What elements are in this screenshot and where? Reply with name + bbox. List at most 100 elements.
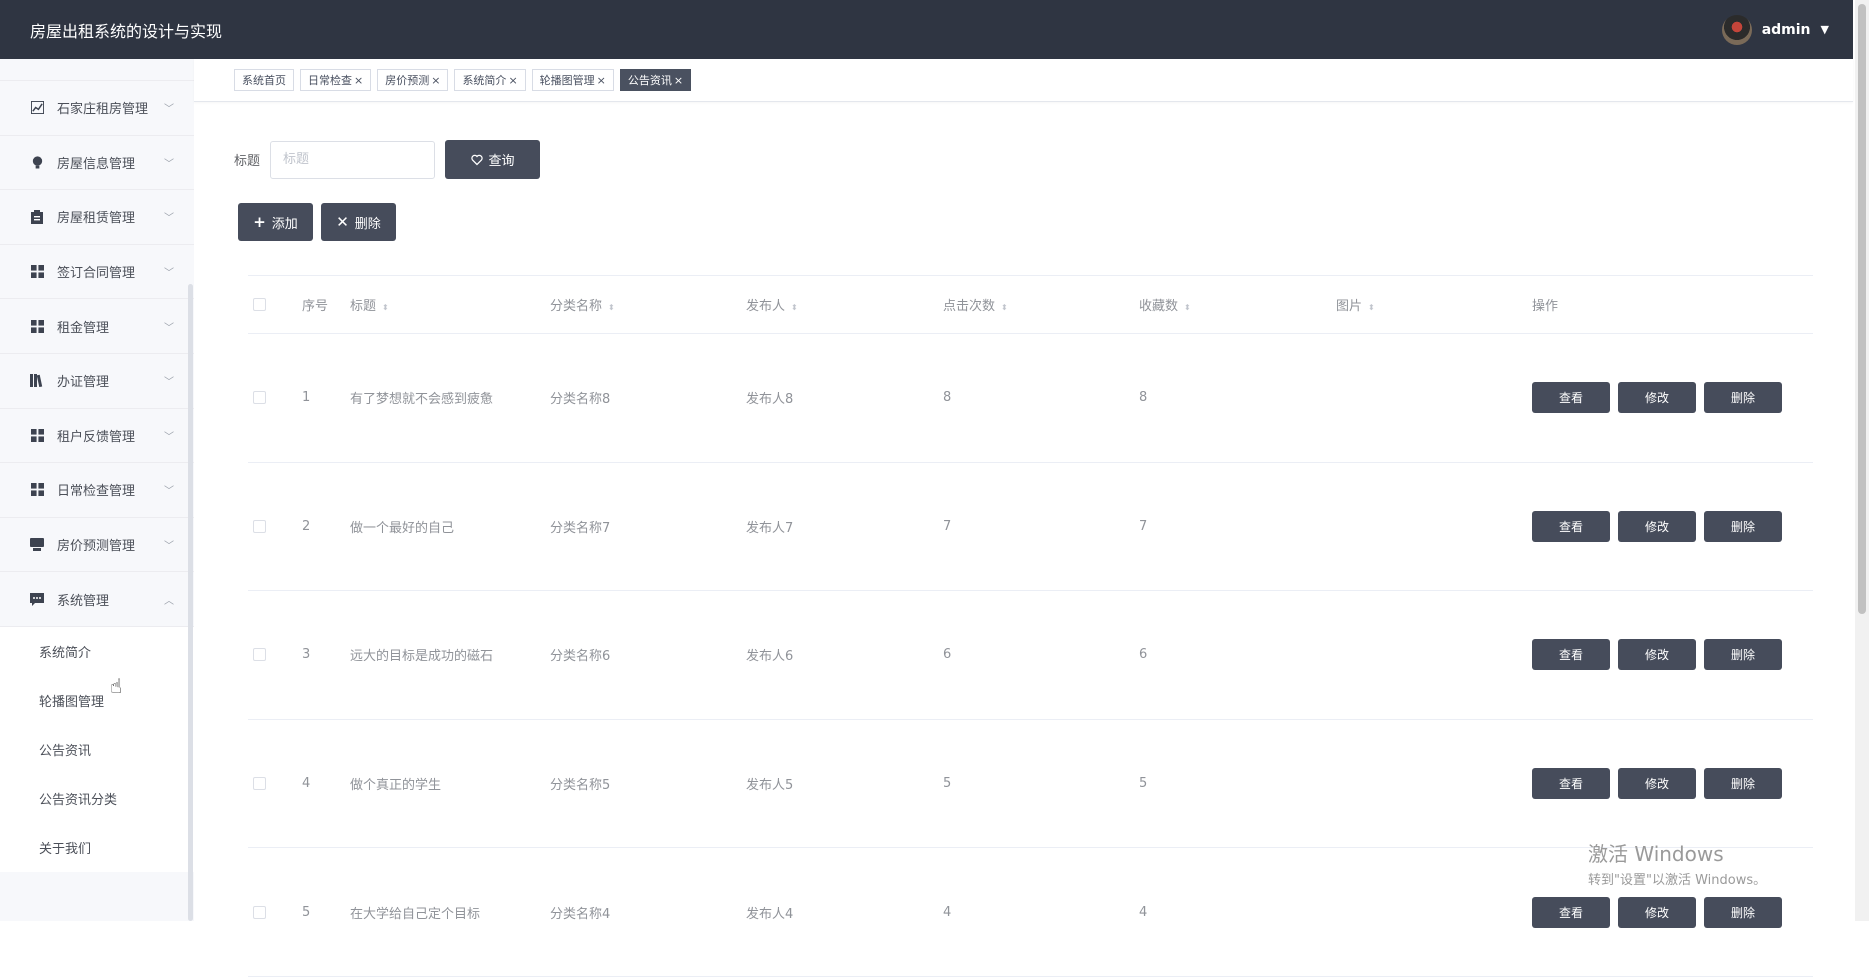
row-delete-button[interactable]: 删除 [1704,768,1782,800]
tab-label[interactable]: 轮播图管理 [540,72,595,88]
sidebar-item[interactable]: 石家庄租房管理 ﹀ [0,81,194,136]
tab-close-icon[interactable]: × [674,74,683,87]
watermark-line: 转到"设置"以激活 Windows。 [1588,873,1767,888]
tab[interactable]: 系统首页 [234,69,294,91]
user-name[interactable]: admin [1762,22,1811,38]
sidebar-subitem[interactable]: 公告资讯 [0,725,194,774]
cell-clicks: 5 [943,776,952,792]
sidebar-item[interactable]: 房价预测管理 ﹀ [0,518,194,573]
cell-category: 分类名称5 [550,778,611,794]
tab[interactable]: 轮播图管理 × [531,69,614,91]
sort-icon[interactable]: ⬍ [791,303,798,312]
tab-label[interactable]: 房价预测 [385,72,429,88]
cell-title: 做个真正的学生 [350,778,442,794]
cell-publisher: 发布人5 [746,778,794,794]
search-button[interactable]: 查询 [445,140,541,179]
cell-category: 分类名称8 [550,392,611,408]
sidebar-subitem[interactable]: 系统简介 [0,627,194,676]
edit-button[interactable]: 修改 [1618,382,1696,414]
column-header-sortable[interactable]: 分类名称 ⬍ [550,295,746,314]
sidebar-scrollbar[interactable] [188,284,193,921]
scrollbar-thumb[interactable] [1858,4,1866,614]
page-scrollbar[interactable] [1855,0,1869,921]
tab[interactable]: 日常检查 × [300,69,372,91]
grid-icon [30,428,44,442]
edit-button[interactable]: 修改 [1618,510,1696,542]
tab-label[interactable]: 日常检查 [308,72,352,88]
tab-label[interactable]: 系统简介 [462,72,506,88]
row-checkbox[interactable] [253,777,266,791]
add-button[interactable]: + 添加 [238,203,313,241]
sort-icon[interactable]: ⬍ [382,303,389,312]
column-header-sortable[interactable]: 标题 ⬍ [350,295,550,314]
app-title: 房屋出租系统的设计与实现 [30,21,223,41]
caret-down-icon[interactable]: ▼ [1821,23,1829,36]
search-bar: 标题 查询 [234,140,541,179]
column-header-sortable[interactable]: 点击次数 ⬍ [943,295,1139,314]
tab-close-icon[interactable]: × [508,74,517,87]
delete-button[interactable]: ✕ 删除 [321,203,396,241]
row-delete-button[interactable]: 删除 [1704,382,1782,414]
sidebar-item[interactable]: 办证管理 ﹀ [0,354,194,409]
row-checkbox[interactable] [253,391,266,405]
sidebar-item[interactable]: 租金管理 ﹀ [0,299,194,354]
edit-button[interactable]: 修改 [1618,639,1696,671]
column-header-sortable[interactable]: 图片 ⬍ [1336,295,1532,314]
sidebar: 石家庄租房管理 ﹀ 房屋信息管理 ﹀ 房屋租赁管理 ﹀ 签订合同管理 ﹀ 租金管… [0,59,194,921]
view-button[interactable]: 查看 [1532,639,1610,671]
delete-button-label: 删除 [354,216,381,232]
sort-icon[interactable]: ⬍ [1001,303,1008,312]
row-checkbox[interactable] [253,905,266,919]
column-header-sortable[interactable]: 发布人 ⬍ [746,295,943,314]
view-button[interactable]: 查看 [1532,382,1610,414]
column-header-sortable[interactable]: 收藏数 ⬍ [1139,295,1336,314]
sidebar-item[interactable]: 房屋信息管理 ﹀ [0,136,194,191]
sidebar-subitem[interactable]: 关于我们 [0,823,194,872]
cell-publisher: 发布人8 [746,392,794,408]
edit-button[interactable]: 修改 [1618,896,1696,928]
sort-icon[interactable]: ⬍ [1184,303,1191,312]
table-row: 2 做一个最好的自己 分类名称7 发布人7 7 7 查看 修改 删除 [248,463,1813,592]
row-checkbox[interactable] [253,519,266,533]
sidebar-item[interactable]: 系统管理 ︿ [0,572,194,627]
avatar[interactable] [1721,14,1752,45]
sort-icon[interactable]: ⬍ [1368,303,1375,312]
tab-label[interactable]: 系统首页 [242,72,286,88]
sidebar-item-label: 石家庄租房管理 [57,102,149,118]
row-delete-button[interactable]: 删除 [1704,510,1782,542]
sidebar-item-label: 系统管理 [57,593,110,609]
sort-icon[interactable]: ⬍ [608,303,615,312]
sidebar-item[interactable]: 房屋租赁管理 ﹀ [0,190,194,245]
search-input[interactable] [270,140,436,179]
cell-favorites: 7 [1139,518,1148,534]
chevron-icon: ﹀ [164,541,174,553]
grid-icon [30,483,44,497]
tab[interactable]: 房价预测 × [377,69,449,91]
row-checkbox[interactable] [253,648,266,662]
sidebar-item[interactable]: 日常检查管理 ﹀ [0,463,194,518]
user-menu[interactable]: admin ▼ [1721,14,1829,45]
tab-close-icon[interactable]: × [597,74,606,87]
tab[interactable]: 系统简介 × [454,69,526,91]
row-delete-button[interactable]: 删除 [1704,896,1782,928]
add-button-label: 添加 [271,216,298,232]
tab-close-icon[interactable]: × [431,74,440,87]
sidebar-subitem[interactable]: 公告资讯分类 [0,774,194,823]
sidebar-subitem[interactable]: 轮播图管理 [0,676,194,725]
row-delete-button[interactable]: 删除 [1704,639,1782,671]
tab-label[interactable]: 公告资讯 [628,72,672,88]
view-button[interactable]: 查看 [1532,510,1610,542]
cell-index: 1 [302,390,311,406]
edit-button[interactable]: 修改 [1618,768,1696,800]
sidebar-item[interactable]: 租户反馈管理 ﹀ [0,409,194,464]
select-all-checkbox[interactable] [253,298,266,311]
cell-publisher: 发布人6 [746,649,794,665]
tab[interactable]: 公告资讯 × [619,69,692,91]
sidebar-item[interactable]: 签订合同管理 ﹀ [0,245,194,300]
view-button[interactable]: 查看 [1532,896,1610,928]
clipboard-icon [30,209,44,224]
view-button[interactable]: 查看 [1532,768,1610,800]
cell-publisher: 发布人4 [746,906,794,922]
tab-close-icon[interactable]: × [354,74,363,87]
tab-bar: 系统首页 日常检查 × 房价预测 × 系统简介 × 轮播图管理 × 公告资讯 × [194,59,1853,102]
